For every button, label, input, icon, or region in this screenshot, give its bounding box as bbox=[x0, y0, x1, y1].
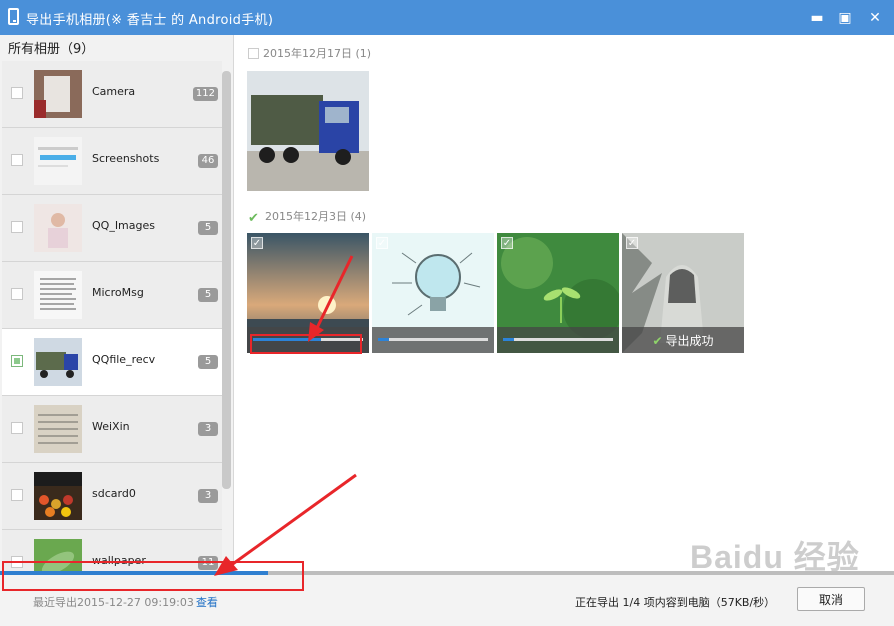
annotation-arrowhead bbox=[214, 556, 238, 576]
annotation-arrowhead bbox=[308, 322, 324, 342]
annotation-arrow bbox=[314, 255, 354, 331]
baidu-watermark: Baidu 经验 bbox=[690, 539, 860, 575]
annotation-arrow bbox=[229, 473, 357, 568]
